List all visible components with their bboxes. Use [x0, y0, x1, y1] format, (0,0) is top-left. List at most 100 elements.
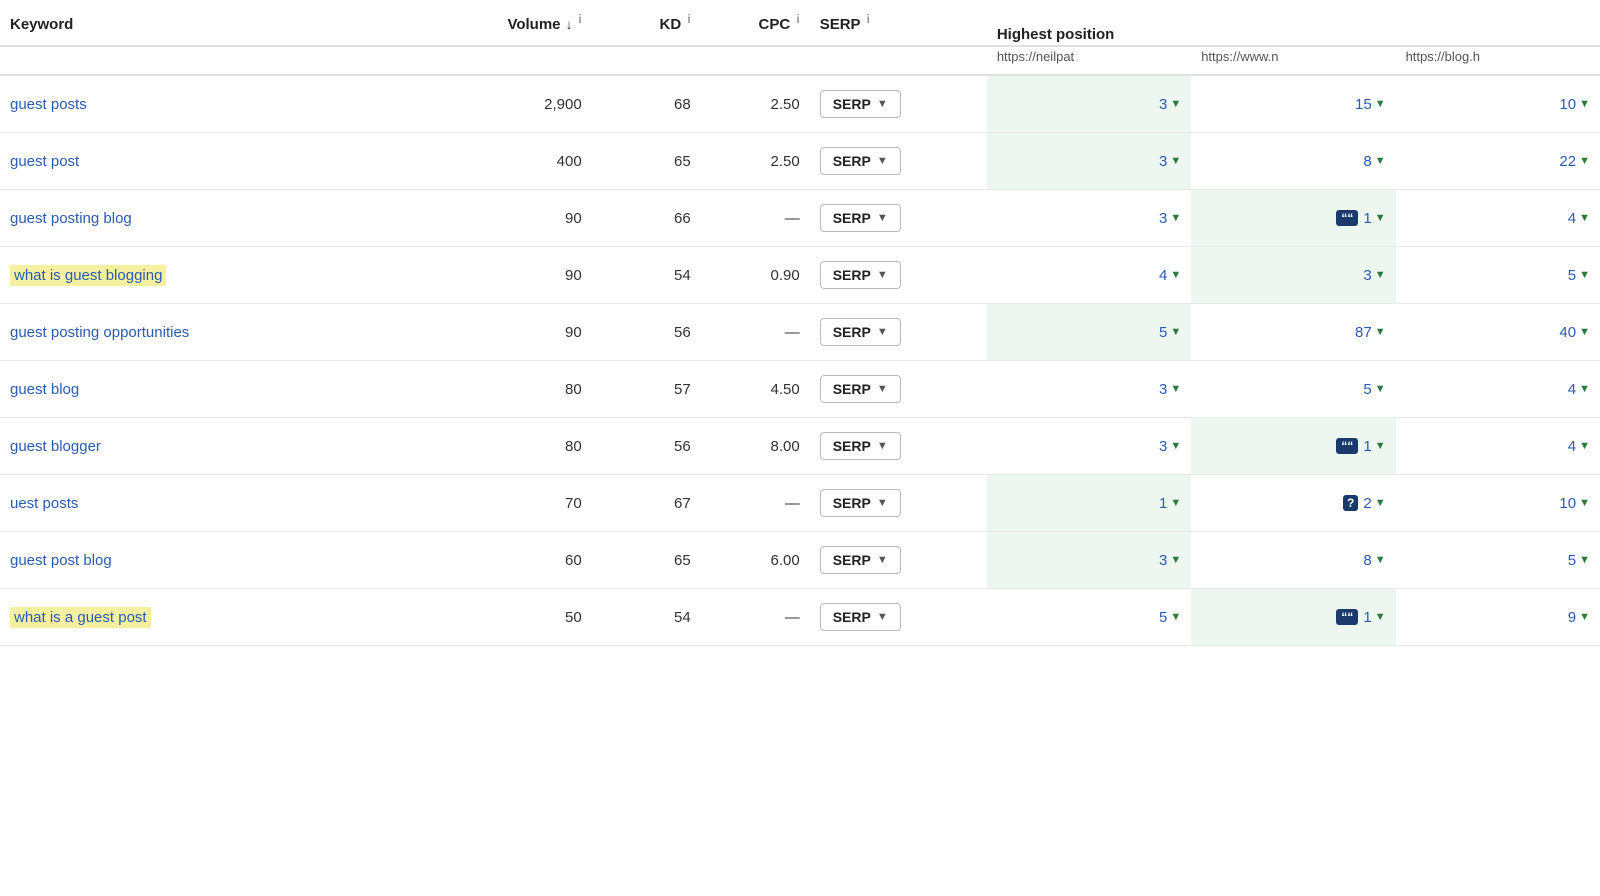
hp-number: 40	[1559, 324, 1576, 341]
hp-trend-arrow: ▼	[1375, 326, 1386, 338]
hp-number: 10	[1559, 96, 1576, 113]
col-header-keyword: Keyword	[0, 0, 463, 46]
kd-cell: 56	[592, 304, 701, 361]
hp-trend-arrow: ▼	[1375, 212, 1386, 224]
cpc-cell: 0.90	[701, 247, 810, 304]
hp-trend-arrow: ▼	[1375, 98, 1386, 110]
table-row: guest post blog60656.00SERP▼3▼8▼5▼	[0, 532, 1600, 589]
hp-value-group: 3▼	[1159, 210, 1181, 227]
table-row: guest posting blog9066—SERP▼3▼““1▼4▼	[0, 190, 1600, 247]
hp-col2-cell: 3▼	[1191, 247, 1395, 304]
cpc-info-icon[interactable]: i	[796, 12, 799, 26]
kd-cell: 65	[592, 532, 701, 589]
main-table-container: Keyword Volume ↓ i KD i CPC i SERP i	[0, 0, 1600, 646]
hp-value-group: 5▼	[1363, 381, 1385, 398]
hp-trend-arrow: ▼	[1170, 554, 1181, 566]
highlighted-keyword: what is a guest post	[10, 607, 151, 628]
hp-trend-arrow: ▼	[1375, 554, 1386, 566]
cpc-cell: —	[701, 304, 810, 361]
hp-number: 5	[1159, 609, 1167, 626]
hp-col3-cell: 10▼	[1396, 75, 1600, 133]
serp-dropdown-arrow: ▼	[877, 497, 888, 509]
hp-trend-arrow: ▼	[1170, 326, 1181, 338]
hp-col1-cell: 3▼	[987, 532, 1191, 589]
keyword-cell: guest post blog	[0, 532, 463, 589]
hp-col2-cell: 87▼	[1191, 304, 1395, 361]
hp-trend-arrow: ▼	[1579, 611, 1590, 623]
table-row: guest post400652.50SERP▼3▼8▼22▼	[0, 133, 1600, 190]
hp-col1-cell: 4▼	[987, 247, 1191, 304]
keyword-link[interactable]: guest blogger	[10, 438, 101, 455]
serp-dropdown-arrow: ▼	[877, 554, 888, 566]
table-row: guest posts2,900682.50SERP▼3▼15▼10▼	[0, 75, 1600, 133]
kd-cell: 56	[592, 418, 701, 475]
keyword-link[interactable]: what is guest blogging	[10, 265, 166, 286]
hp-value-group: 40▼	[1559, 324, 1590, 341]
keyword-link[interactable]: guest post	[10, 153, 79, 170]
serp-button[interactable]: SERP▼	[820, 489, 901, 517]
serp-button[interactable]: SERP▼	[820, 90, 901, 118]
serp-button[interactable]: SERP▼	[820, 603, 901, 631]
serp-button[interactable]: SERP▼	[820, 204, 901, 232]
serp-button[interactable]: SERP▼	[820, 261, 901, 289]
serp-dropdown-arrow: ▼	[877, 155, 888, 167]
keyword-link[interactable]: guest posting blog	[10, 210, 132, 227]
serp-btn-label: SERP	[833, 609, 871, 625]
hp-col3-cell: 4▼	[1396, 418, 1600, 475]
volume-cell: 90	[463, 190, 591, 247]
keyword-link[interactable]: uest posts	[10, 495, 78, 512]
serp-btn-label: SERP	[833, 381, 871, 397]
serp-button[interactable]: SERP▼	[820, 546, 901, 574]
table-row: guest blogger80568.00SERP▼3▼““1▼4▼	[0, 418, 1600, 475]
hp-number: 5	[1568, 267, 1576, 284]
kd-info-icon[interactable]: i	[687, 12, 690, 26]
highlighted-keyword: what is guest blogging	[10, 265, 166, 286]
hp-trend-arrow: ▼	[1579, 554, 1590, 566]
hp-col2-cell: 8▼	[1191, 133, 1395, 190]
keyword-link[interactable]: guest posting opportunities	[10, 324, 189, 341]
serp-button[interactable]: SERP▼	[820, 432, 901, 460]
kd-cell: 57	[592, 361, 701, 418]
keyword-link[interactable]: guest blog	[10, 381, 79, 398]
serp-button[interactable]: SERP▼	[820, 375, 901, 403]
hp-number: 3	[1159, 153, 1167, 170]
hp-value-group: 3▼	[1159, 552, 1181, 569]
serp-button[interactable]: SERP▼	[820, 318, 901, 346]
serp-btn-label: SERP	[833, 438, 871, 454]
keyword-link[interactable]: guest posts	[10, 96, 87, 113]
hp-number: 4	[1568, 438, 1576, 455]
serp-info-icon[interactable]: i	[866, 12, 869, 26]
serp-cell: SERP▼	[810, 475, 987, 532]
hp-value-group: ““1▼	[1336, 609, 1385, 626]
hp-number: 4	[1568, 210, 1576, 227]
hp-value-group: 4▼	[1568, 210, 1590, 227]
serp-button[interactable]: SERP ▼	[820, 147, 901, 175]
hp-trend-arrow: ▼	[1170, 98, 1181, 110]
hp-trend-arrow: ▼	[1579, 440, 1590, 452]
hp-trend-arrow: ▼	[1170, 440, 1181, 452]
serp-btn-label: SERP	[833, 153, 871, 169]
hp-number: 3	[1159, 96, 1167, 113]
hp-value-group: 9▼	[1568, 609, 1590, 626]
volume-cell: 70	[463, 475, 591, 532]
kd-cell: 67	[592, 475, 701, 532]
keyword-link[interactable]: guest post blog	[10, 552, 112, 569]
kd-cell: 66	[592, 190, 701, 247]
hp-col1-cell: 3▼	[987, 190, 1191, 247]
hp-col3-cell: 22▼	[1396, 133, 1600, 190]
hp-col3-cell: 4▼	[1396, 361, 1600, 418]
hp-value-group: 10▼	[1559, 495, 1590, 512]
hp-trend-arrow: ▼	[1579, 212, 1590, 224]
question-badge-icon: ?	[1343, 495, 1358, 511]
hp-col3-cell: 5▼	[1396, 532, 1600, 589]
hp-number: 4	[1568, 381, 1576, 398]
table-row: what is guest blogging90540.90SERP▼4▼3▼5…	[0, 247, 1600, 304]
cpc-cell: —	[701, 589, 810, 646]
hp-trend-arrow: ▼	[1579, 326, 1590, 338]
cpc-cell: 2.50	[701, 133, 810, 190]
keyword-link[interactable]: what is a guest post	[10, 607, 151, 628]
hp-trend-arrow: ▼	[1375, 611, 1386, 623]
hp-value-group: 5▼	[1159, 324, 1181, 341]
hp-col2-cell: 5▼	[1191, 361, 1395, 418]
volume-info-icon[interactable]: i	[578, 12, 581, 26]
